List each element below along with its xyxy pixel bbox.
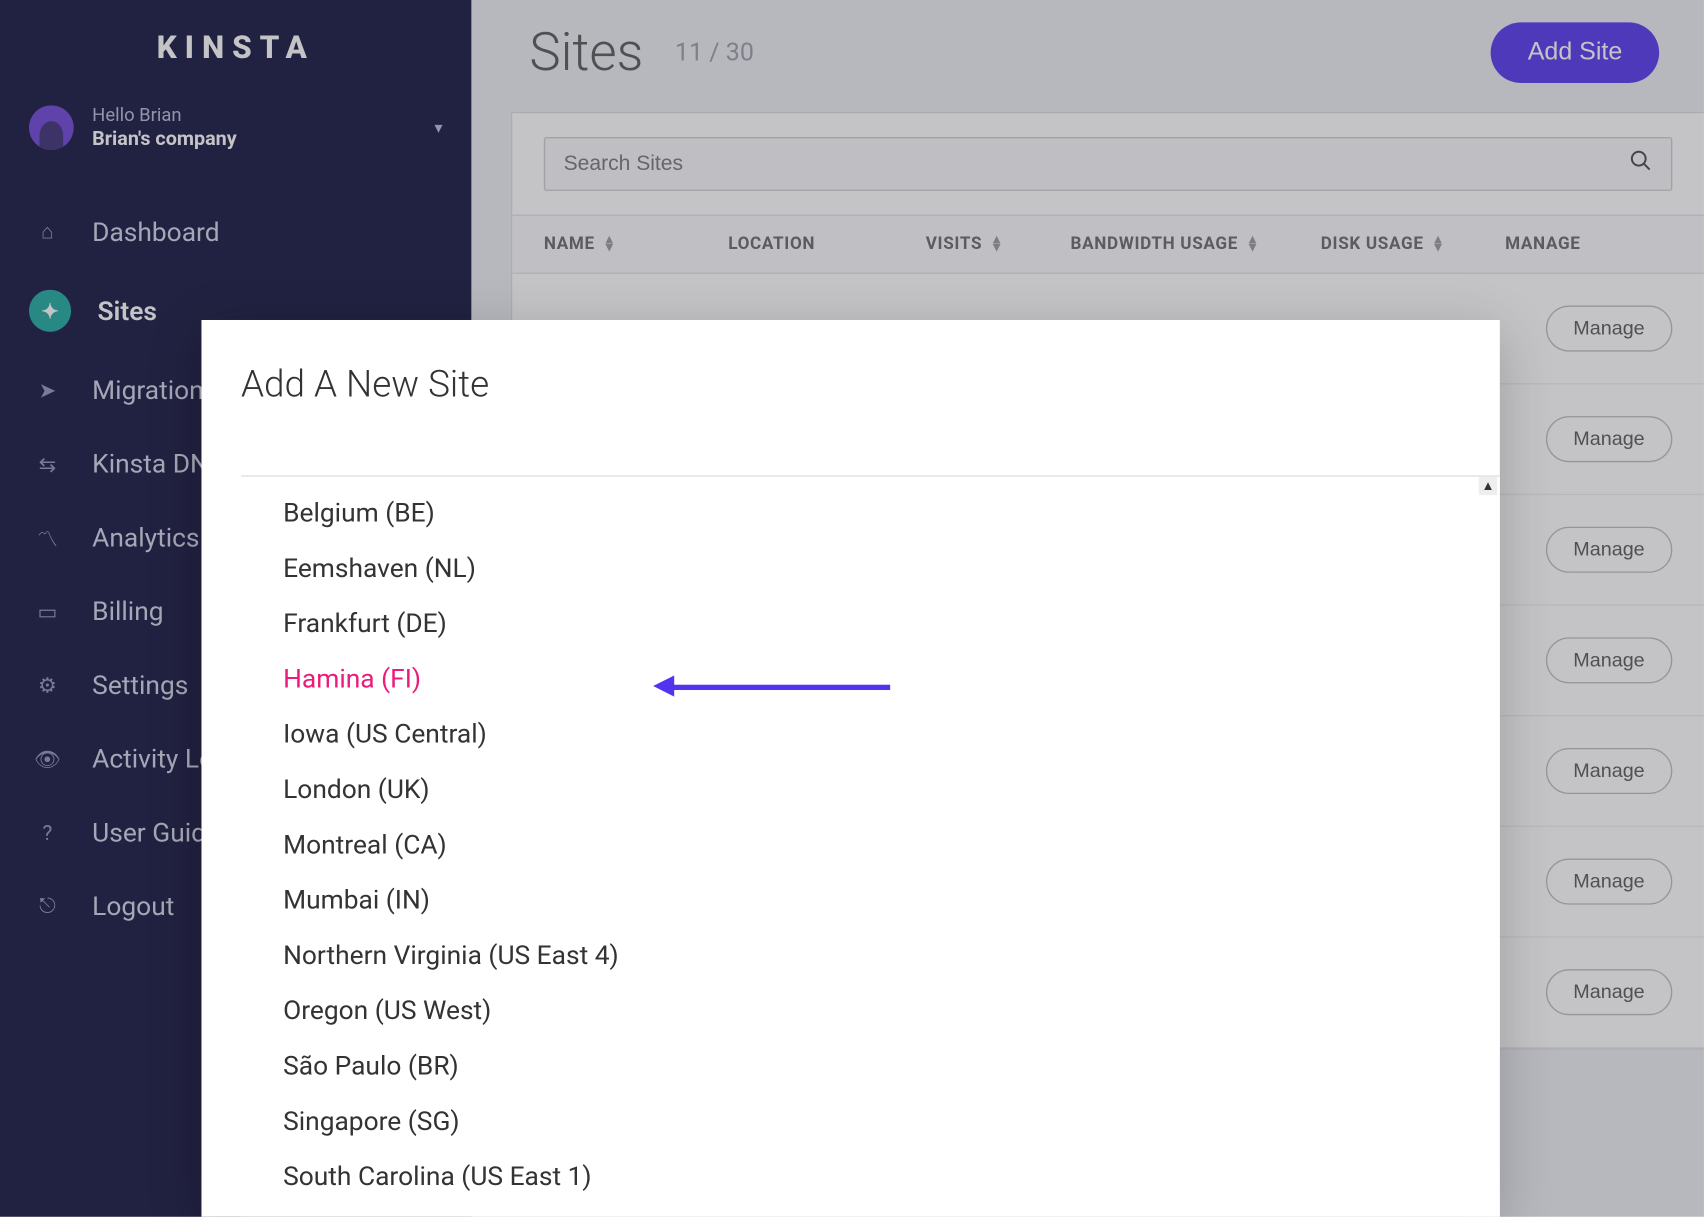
location-dropdown-list[interactable]: ▲ Belgium (BE)Eemshaven (NL)Frankfurt (D…	[241, 475, 1500, 1216]
location-option[interactable]: Montreal (CA)	[241, 816, 1500, 871]
location-option[interactable]: Mumbai (IN)	[241, 872, 1500, 927]
location-option[interactable]: Singapore (SG)	[241, 1093, 1500, 1148]
modal-title: Add A New Site	[201, 320, 1499, 440]
location-option[interactable]: London (UK)	[241, 761, 1500, 816]
location-option[interactable]: São Paulo (BR)	[241, 1038, 1500, 1093]
location-option[interactable]: Belgium (BE)	[241, 485, 1500, 540]
location-option[interactable]: Frankfurt (DE)	[241, 595, 1500, 650]
location-option[interactable]: South Carolina (US East 1)	[241, 1148, 1500, 1203]
location-option[interactable]: Northern Virginia (US East 4)	[241, 927, 1500, 982]
location-option[interactable]: Iowa (US Central)	[241, 706, 1500, 761]
scroll-up-icon[interactable]: ▲	[1479, 477, 1497, 495]
location-option[interactable]: Oregon (US West)	[241, 982, 1500, 1037]
location-option[interactable]: Eemshaven (NL)	[241, 540, 1500, 595]
location-option[interactable]: Hamina (FI)	[241, 650, 1500, 705]
add-site-modal: Add A New Site ▲ Belgium (BE)Eemshaven (…	[201, 320, 1499, 1217]
